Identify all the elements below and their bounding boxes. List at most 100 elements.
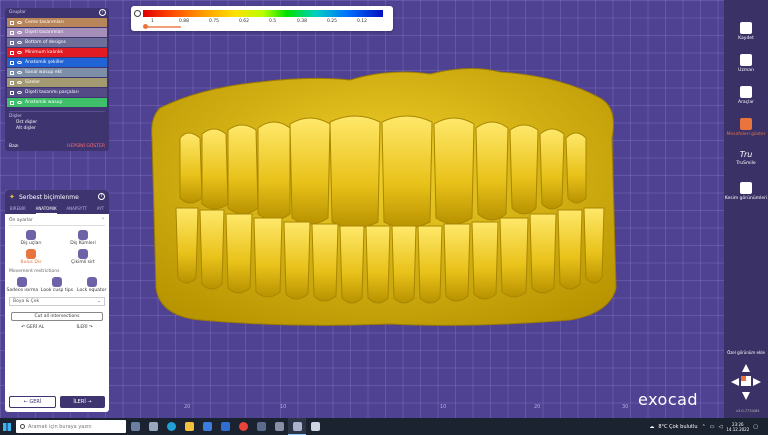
- redo-button[interactable]: İLERİ ↷: [76, 325, 92, 330]
- edge-browser-icon[interactable]: [162, 418, 180, 435]
- axis-label: 20: [184, 404, 191, 410]
- preset-tooth-tips[interactable]: Diş uçları: [5, 230, 57, 246]
- checkbox-icon[interactable]: [10, 60, 14, 65]
- scale-tick: 0.5: [269, 19, 277, 24]
- sidebar-item-label: Uzman: [738, 68, 754, 73]
- group-label: Bottom of designs: [25, 40, 66, 45]
- sidebar-item-0[interactable]: Kaydet: [724, 22, 768, 41]
- checkbox-icon[interactable]: [10, 20, 14, 25]
- preset-tooth-groups[interactable]: Diş Kümleri: [57, 230, 109, 246]
- group-row[interactable]: Bottom of designs: [7, 38, 107, 47]
- presets-label: Ön ayarlar: [9, 218, 33, 223]
- gear-icon[interactable]: [134, 10, 141, 17]
- scale-tick: 0.62: [239, 19, 250, 24]
- chevron-up-icon[interactable]: ⌃: [702, 424, 706, 430]
- next-button[interactable]: İLERİ →: [60, 396, 105, 408]
- sidebar-item-3[interactable]: Mesafeleri göster: [724, 118, 768, 137]
- distance-color-legend: 1 0.88 0.75 0.62 0.5 0.38 0.25 0.12: [131, 6, 393, 31]
- tab-anatomik[interactable]: ANATOMIK: [35, 206, 57, 214]
- start-button[interactable]: [0, 418, 14, 435]
- app-icon[interactable]: [252, 418, 270, 435]
- eye-icon[interactable]: [17, 31, 22, 34]
- tab-ayt[interactable]: AYT: [97, 206, 104, 214]
- restrict-bite-only[interactable]: Sadece ısırma: [5, 277, 40, 293]
- group-row[interactable]: Minimum kalınlık: [7, 48, 107, 57]
- preset-ridge[interactable]: Çikimli sirt: [57, 249, 109, 265]
- next-label: İLERİ: [73, 399, 86, 405]
- chrome-icon[interactable]: [234, 418, 252, 435]
- add-custom-view-label[interactable]: Özel görünüm ekle: [724, 350, 768, 355]
- checkbox-icon[interactable]: [10, 100, 14, 105]
- checkbox-icon[interactable]: [10, 30, 14, 35]
- checkbox-icon[interactable]: [10, 80, 14, 85]
- eye-icon[interactable]: [17, 61, 22, 64]
- notification-icon[interactable]: ▢: [753, 424, 758, 430]
- sidebar-item-2[interactable]: Araçlar: [724, 86, 768, 105]
- eye-icon[interactable]: [17, 91, 22, 94]
- file-explorer-icon[interactable]: [180, 418, 198, 435]
- search-input[interactable]: [28, 423, 123, 430]
- threshold-slider[interactable]: [145, 26, 181, 28]
- chevron-up-icon[interactable]: ⌃: [101, 218, 105, 223]
- version-label: v3.0-7734/64: [736, 409, 760, 413]
- network-icon[interactable]: ▭: [710, 424, 715, 430]
- task-view-icon[interactable]: [126, 418, 144, 435]
- sidebar-item-4[interactable]: Tru TruSmile: [724, 150, 768, 166]
- axis-label: 30: [622, 404, 629, 410]
- presets-section[interactable]: Ön ayarlar ⌃: [9, 218, 105, 226]
- widgets-icon[interactable]: [144, 418, 162, 435]
- preset-whole-tooth[interactable]: Bulus Dis: [5, 249, 57, 265]
- tooth-icon: [740, 118, 752, 130]
- tooth-app-icon[interactable]: [270, 418, 288, 435]
- groups-footer-label[interactable]: Bazı: [9, 144, 18, 149]
- sidebar-item-label: Kesim görünümleri: [724, 196, 768, 201]
- view-cube-icon[interactable]: [729, 362, 763, 402]
- undo-button[interactable]: ↶ GERİ AL: [21, 325, 44, 330]
- group-row[interactable]: Dişeti tasarımı parçaları: [7, 88, 107, 97]
- group-row[interactable]: Sanal wasup ekt: [7, 68, 107, 77]
- eye-icon[interactable]: [17, 81, 22, 84]
- eye-icon[interactable]: [17, 41, 22, 44]
- slider-knob[interactable]: [143, 24, 148, 29]
- exocad-taskbar-icon[interactable]: [288, 418, 306, 435]
- group-row[interactable]: Anatomik şekiller: [7, 58, 107, 67]
- clock[interactable]: 23:26 14.12.2022: [726, 422, 749, 432]
- group-label: Dişeti tasarımı parçaları: [25, 90, 79, 95]
- eye-icon[interactable]: [17, 71, 22, 74]
- group-row-lower-teeth[interactable]: Alt dişler: [5, 125, 109, 131]
- eye-icon[interactable]: [17, 101, 22, 104]
- taskbar-search[interactable]: [16, 420, 126, 433]
- eye-icon[interactable]: [17, 51, 22, 54]
- tooth-viewer-icon[interactable]: [306, 418, 324, 435]
- checkbox-icon[interactable]: [10, 50, 14, 55]
- group-row[interactable]: Ceme tasarımları: [7, 18, 107, 27]
- checkbox-icon[interactable]: [10, 40, 14, 45]
- restrict-lock-equator[interactable]: Lock equator: [74, 277, 109, 293]
- tab-birebir[interactable]: BIREBIR: [10, 206, 26, 214]
- help-icon[interactable]: ?: [99, 9, 106, 16]
- eye-icon[interactable]: [17, 21, 22, 24]
- mail-icon[interactable]: [216, 418, 234, 435]
- back-button[interactable]: ← GERİ: [9, 396, 56, 408]
- tab-anapsytt[interactable]: ANAPSYTT: [66, 206, 87, 214]
- checkbox-icon[interactable]: [10, 70, 14, 75]
- paint-pull-dropdown[interactable]: Boya & Çek ⌄: [9, 297, 105, 306]
- store-icon[interactable]: [198, 418, 216, 435]
- group-row[interactable]: Anatomik wasup: [7, 98, 107, 107]
- group-label: Ceme tasarımları: [25, 20, 64, 25]
- cut-all-intersections-button[interactable]: Cut all intersections: [11, 312, 103, 321]
- sidebar-item-5[interactable]: Kesim görünümleri: [724, 182, 768, 201]
- restrict-lock-cusp[interactable]: Look cusp tips: [40, 277, 75, 293]
- movement-label: Lock equator: [77, 288, 107, 293]
- checkbox-icon[interactable]: [10, 90, 14, 95]
- group-row[interactable]: Dişeti tasarımları: [7, 28, 107, 37]
- help-icon[interactable]: ?: [98, 193, 105, 200]
- weather-label[interactable]: 8°C Çok bulutlu: [658, 424, 697, 430]
- dental-model[interactable]: [140, 58, 630, 330]
- group-row[interactable]: Sizeler: [7, 78, 107, 87]
- sidebar-item-1[interactable]: Uzman: [724, 54, 768, 73]
- volume-icon[interactable]: ◁: [719, 424, 723, 430]
- show-all-button[interactable]: HEPSİNİ GÖSTER: [67, 144, 105, 149]
- system-tray: ☁ 8°C Çok bulutlu ⌃ ▭ ◁ 23:26 14.12.2022…: [649, 418, 768, 435]
- group-label: Dişeti tasarımları: [25, 30, 64, 35]
